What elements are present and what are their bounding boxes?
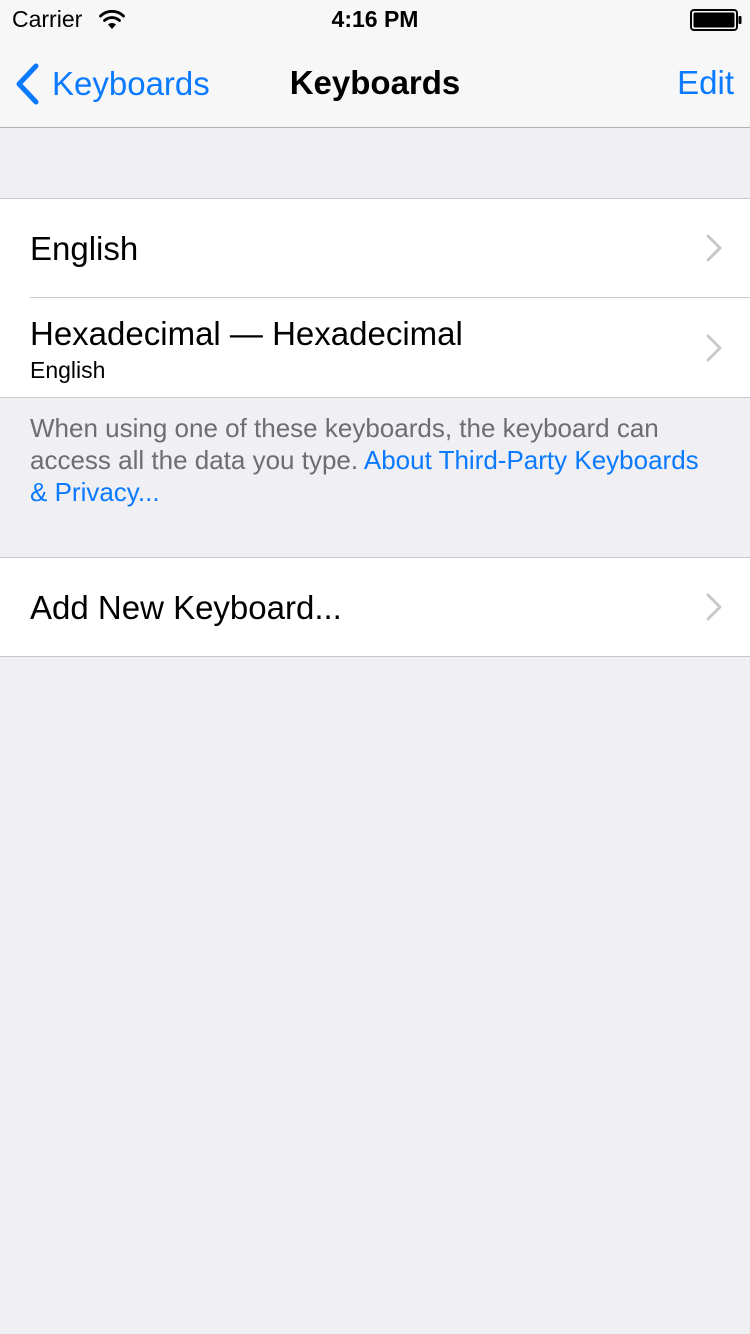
status-time: 4:16 PM bbox=[331, 6, 419, 32]
chevron-right-icon bbox=[706, 593, 722, 621]
add-new-keyboard-row[interactable]: Add New Keyboard... bbox=[0, 558, 750, 656]
chevron-right-icon bbox=[706, 334, 722, 362]
edit-button[interactable]: Edit bbox=[677, 64, 734, 102]
navigation-bar: Keyboards Keyboards Edit bbox=[0, 40, 750, 128]
keyboard-row-hexadecimal[interactable]: Hexadecimal — Hexadecimal English bbox=[0, 298, 750, 397]
status-bar: Carrier 4:16 PM bbox=[0, 0, 750, 40]
keyboard-row-subtitle: English bbox=[30, 357, 106, 383]
add-new-keyboard-label: Add New Keyboard... bbox=[30, 589, 342, 626]
keyboards-list: English Hexadecimal — Hexadecimal Englis… bbox=[0, 198, 750, 398]
page-title: Keyboards bbox=[289, 64, 461, 101]
chevron-right-icon bbox=[706, 234, 722, 262]
keyboard-privacy-note: When using one of these keyboards, the k… bbox=[30, 412, 720, 508]
keyboard-row-title: English bbox=[30, 230, 139, 267]
add-keyboard-group: Add New Keyboard... bbox=[0, 557, 750, 657]
top-bar: Carrier 4:16 PM Keyboards Keyboards Edit bbox=[0, 0, 750, 128]
battery-icon bbox=[690, 9, 742, 31]
keyboard-row-title: Hexadecimal — Hexadecimal bbox=[30, 315, 463, 352]
keyboard-row-english[interactable]: English bbox=[0, 199, 750, 298]
